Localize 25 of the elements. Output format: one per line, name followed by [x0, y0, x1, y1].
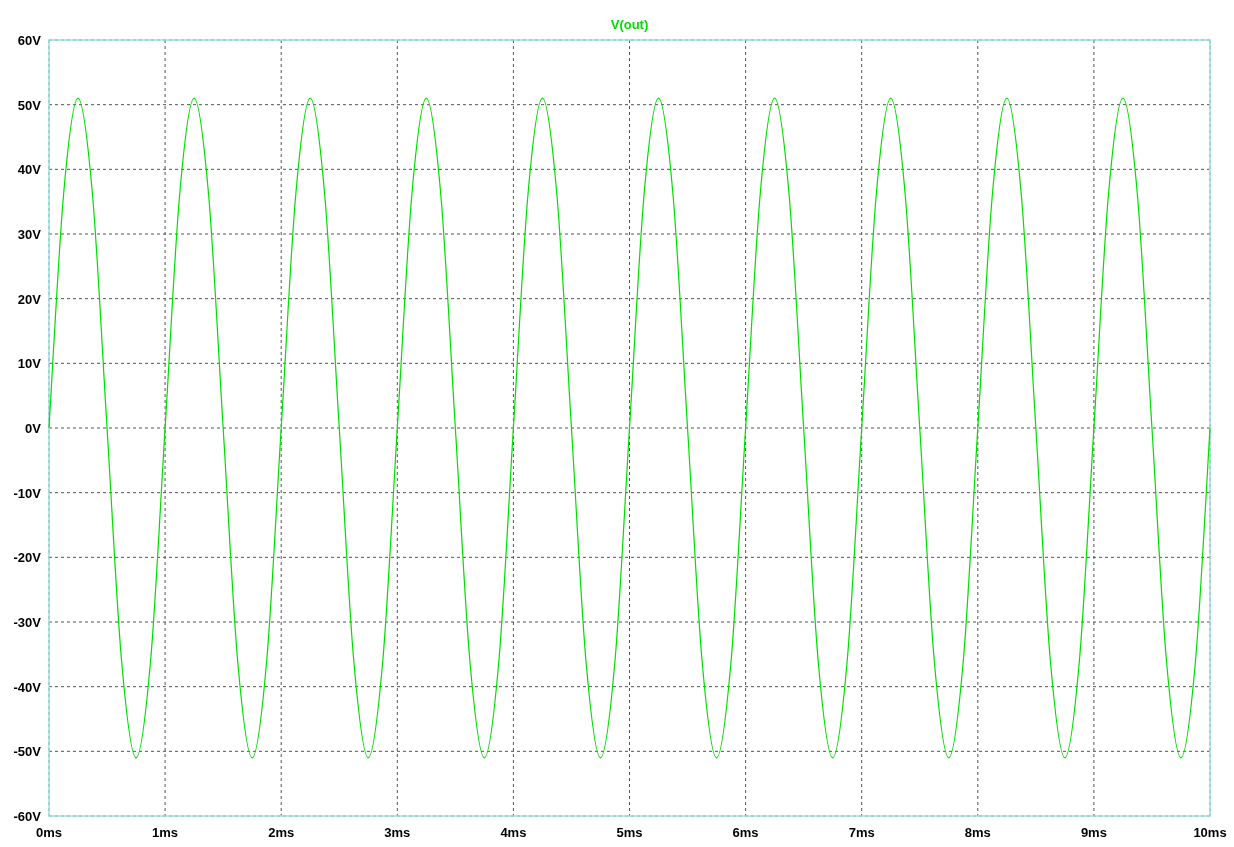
x-tick-label: 5ms [616, 825, 643, 840]
y-tick-label: -10V [13, 485, 41, 501]
y-tick-label: -30V [13, 615, 41, 630]
y-tick-label: 30V [17, 227, 41, 242]
x-tick-label: 10ms [1193, 825, 1227, 840]
y-tick-label: 50V [17, 97, 41, 113]
y-tick-label: -50V [13, 744, 41, 760]
x-tick-label: 7ms [848, 825, 875, 840]
y-tick-label: -60V [13, 809, 41, 824]
y-tick-label: 0V [25, 421, 41, 436]
legend-label: V(out) [610, 17, 649, 32]
y-tick-label: -40V [13, 679, 41, 695]
y-tick-label: 60V [17, 33, 41, 48]
x-tick-label: 8ms [964, 825, 991, 840]
x-tick-label: 0ms [36, 825, 62, 840]
x-tick-label: 4ms [500, 825, 527, 840]
y-tick-label: -20V [13, 550, 41, 566]
x-tick-label: 6ms [732, 825, 759, 840]
x-tick-label: 3ms [384, 825, 411, 840]
x-tick-label: 1ms [152, 825, 179, 840]
y-tick-label: 10V [17, 356, 41, 372]
x-tick-label: 9ms [1080, 825, 1107, 840]
y-tick-label: 40V [17, 162, 41, 178]
x-tick-label: 2ms [268, 825, 295, 840]
y-tick-label: 20V [17, 291, 41, 307]
